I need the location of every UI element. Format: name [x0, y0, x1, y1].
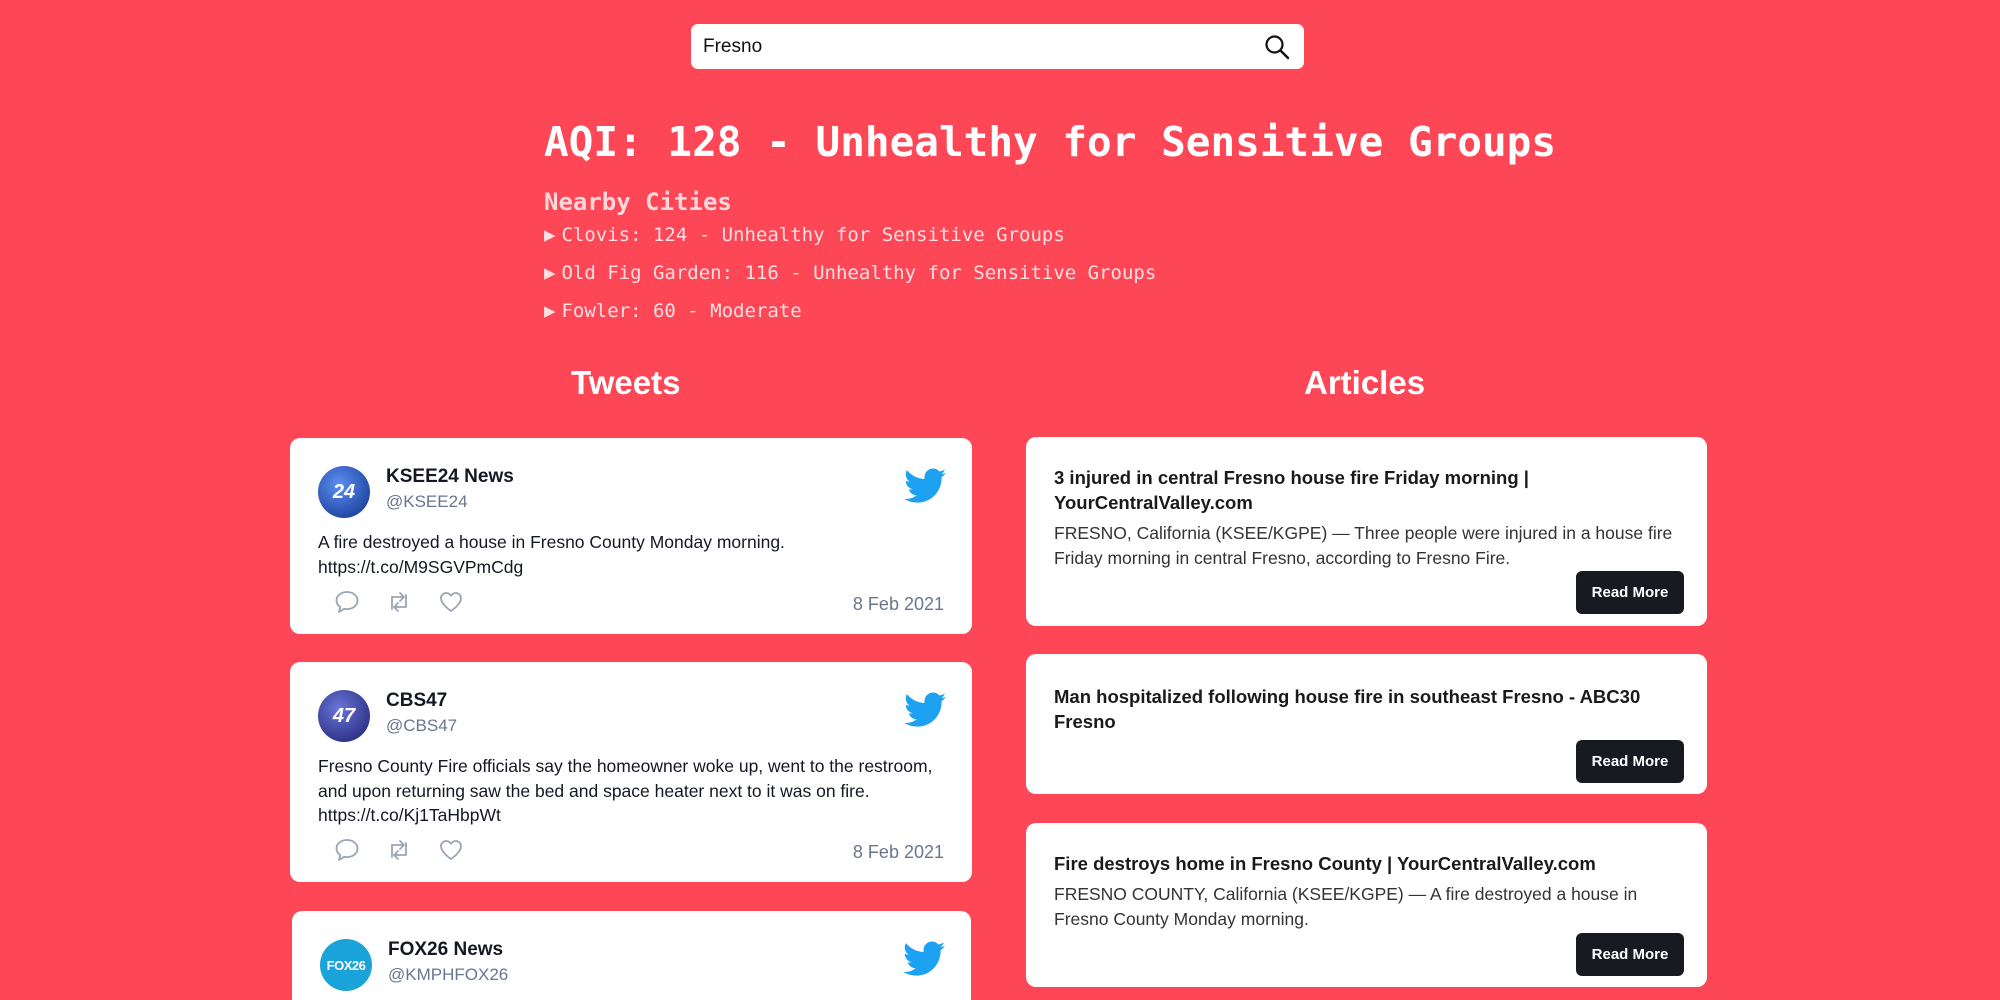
twitter-bird-icon[interactable]	[904, 468, 946, 504]
avatar-text: 47	[332, 704, 356, 727]
avatar-text: 24	[332, 480, 356, 503]
read-more-button[interactable]: Read More	[1576, 740, 1684, 783]
aqi-title: AQI: 128 - Unhealthy for Sensitive Group…	[544, 118, 1557, 166]
article-card: 3 injured in central Fresno house fire F…	[1026, 437, 1707, 626]
tweet-actions	[334, 590, 464, 614]
avatar[interactable]: 47	[318, 690, 370, 742]
article-description: FRESNO, California (KSEE/KGPE) — Three p…	[1054, 523, 1673, 568]
nearby-city-item[interactable]: ▶ Old Fig Garden: 116 - Unhealthy for Sen…	[544, 260, 1156, 298]
tweet-text: Fresno County Fire officials say the hom…	[318, 756, 933, 825]
tweet-author-name[interactable]: KSEE24 News	[386, 466, 514, 488]
twitter-bird-icon[interactable]	[904, 692, 946, 728]
article-card: Man hospitalized following house fire in…	[1026, 654, 1707, 794]
article-card: Fire destroys home in Fresno County | Yo…	[1026, 823, 1707, 987]
reply-icon[interactable]	[334, 590, 360, 614]
nearby-city-item[interactable]: ▶ Clovis: 124 - Unhealthy for Sensitive G…	[544, 222, 1156, 260]
nearby-cities-title: Nearby Cities	[544, 188, 732, 216]
tweet-author-handle[interactable]: @KSEE24	[386, 492, 468, 512]
tweet-actions	[334, 838, 464, 862]
tweet-card[interactable]: FOX26 FOX26 News @KMPHFOX26	[292, 911, 971, 1000]
article-title[interactable]: Man hospitalized following house fire in…	[1054, 684, 1684, 734]
tweet-card[interactable]: 47 CBS47 @CBS47 Fresno County Fire offic…	[290, 662, 972, 882]
article-title[interactable]: Fire destroys home in Fresno County | Yo…	[1054, 851, 1684, 876]
tweet-author-handle[interactable]: @KMPHFOX26	[388, 965, 508, 985]
read-more-button[interactable]: Read More	[1576, 933, 1684, 976]
tweet-date[interactable]: 8 Feb 2021	[853, 594, 944, 615]
triangle-right-icon: ▶	[544, 224, 556, 246]
triangle-right-icon: ▶	[544, 262, 556, 284]
like-icon[interactable]	[438, 590, 464, 614]
tweet-date[interactable]: 8 Feb 2021	[853, 842, 944, 863]
reply-icon[interactable]	[334, 838, 360, 862]
tweets-heading: Tweets	[571, 364, 681, 401]
search-bar	[691, 24, 1304, 69]
tweet-card[interactable]: 24 KSEE24 News @KSEE24 A fire destroyed …	[290, 438, 972, 634]
read-more-button[interactable]: Read More	[1576, 571, 1684, 614]
retweet-icon[interactable]	[386, 590, 412, 614]
tweet-text: A fire destroyed a house in Fresno Count…	[318, 532, 785, 577]
avatar[interactable]: FOX26	[320, 939, 372, 991]
twitter-bird-icon[interactable]	[903, 941, 945, 977]
tweet-author-name[interactable]: FOX26 News	[388, 939, 503, 961]
tweet-author-name[interactable]: CBS47	[386, 690, 447, 712]
retweet-icon[interactable]	[386, 838, 412, 862]
articles-heading: Articles	[1304, 364, 1426, 401]
avatar[interactable]: 24	[318, 466, 370, 518]
nearby-cities-list: ▶ Clovis: 124 - Unhealthy for Sensitive G…	[544, 222, 1156, 336]
search-input[interactable]	[703, 35, 1243, 58]
nearby-city-label: Old Fig Garden: 116 - Unhealthy for Sens…	[561, 262, 1157, 284]
search-icon[interactable]	[1262, 32, 1292, 62]
avatar-text: FOX26	[326, 957, 366, 973]
nearby-city-label: Clovis: 124 - Unhealthy for Sensitive Gr…	[561, 224, 1065, 246]
article-title[interactable]: 3 injured in central Fresno house fire F…	[1054, 465, 1684, 515]
nearby-city-label: Fowler: 60 - Moderate	[561, 300, 802, 322]
nearby-city-item[interactable]: ▶ Fowler: 60 - Moderate	[544, 298, 1156, 336]
like-icon[interactable]	[438, 838, 464, 862]
triangle-right-icon: ▶	[544, 300, 556, 322]
tweet-author-handle[interactable]: @CBS47	[386, 716, 457, 736]
article-description: FRESNO COUNTY, California (KSEE/KGPE) — …	[1054, 884, 1638, 929]
